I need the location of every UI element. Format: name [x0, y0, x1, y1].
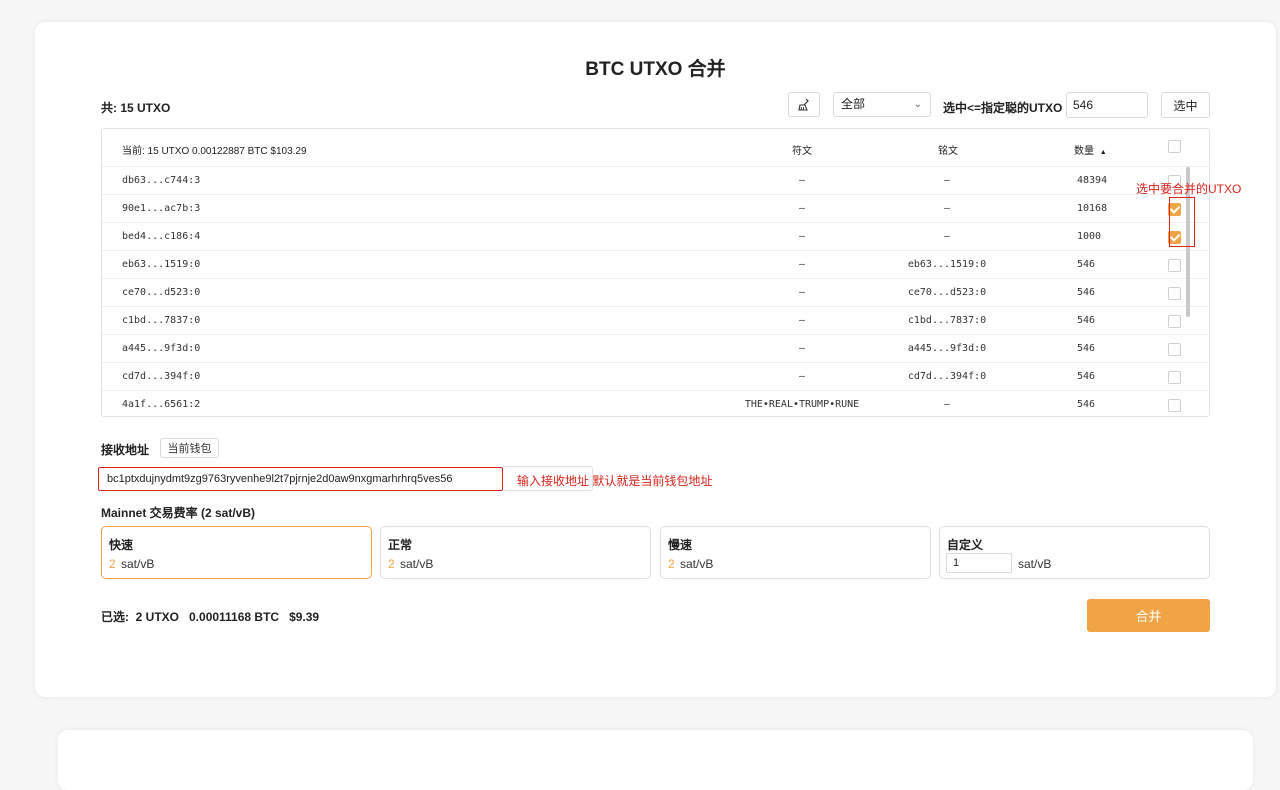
fee-option-name: 正常: [388, 538, 413, 552]
utxo-merge-card: BTC UTXO 合并 共: 15 UTXO 全部 ⌄ 选中<=指定聪的UTXO…: [35, 22, 1276, 697]
row-checkbox[interactable]: [1168, 315, 1181, 328]
utxo-amount: 546: [1077, 287, 1096, 298]
table-header: 当前: 15 UTXO 0.00122887 BTC $103.29 符文 铭文…: [102, 129, 1209, 167]
fee-option-normal[interactable]: 正常 2 sat/vB: [380, 526, 651, 579]
column-header-rune[interactable]: 符文: [792, 142, 812, 157]
table-row[interactable]: cd7d...394f:0— cd7d...394f:0 546: [102, 363, 1209, 391]
utxo-table: 当前: 15 UTXO 0.00122887 BTC $103.29 符文 铭文…: [101, 128, 1210, 417]
table-row[interactable]: ce70...d523:0— ce70...d523:0 546: [102, 279, 1209, 307]
fee-option-unit: sat/vB: [121, 557, 155, 571]
receive-address-input[interactable]: [98, 467, 503, 491]
utxo-total: 共: 15 UTXO: [101, 101, 171, 115]
row-checkbox[interactable]: [1168, 399, 1181, 412]
utxo-amount: 546: [1077, 259, 1096, 270]
select-button[interactable]: 选中: [1161, 92, 1210, 118]
fee-option-value: 2: [388, 557, 395, 571]
column-header-amount[interactable]: 数量 ▲: [1074, 142, 1107, 157]
utxo-amount: 1000: [1077, 231, 1102, 242]
address-hint: 输入接收地址 默认就是当前钱包地址: [517, 474, 713, 488]
utxo-id: a445...9f3d:0: [122, 343, 201, 354]
fee-option-unit: sat/vB: [1018, 557, 1052, 571]
utxo-amount: 546: [1077, 399, 1096, 410]
fee-rate-title: Mainnet 交易费率 (2 sat/vB): [101, 506, 256, 520]
fee-option-name: 快速: [109, 538, 134, 552]
fee-option-value: 2: [668, 557, 675, 571]
utxo-id: c1bd...7837:0: [122, 315, 201, 326]
table-row[interactable]: 4a1f...6561:2 THE•REAL•TRUMP•RUNE —546: [102, 391, 1209, 416]
filter-select[interactable]: 全部 ⌄: [833, 92, 931, 117]
broom-icon: [798, 98, 809, 111]
utxo-id: 4a1f...6561:2: [122, 399, 201, 410]
annotation-select-text: 选中要合并的UTXO: [1136, 182, 1242, 196]
fee-option-fast[interactable]: 快速 2 sat/vB: [101, 526, 372, 579]
custom-fee-input[interactable]: [946, 553, 1012, 573]
table-row[interactable]: a445...9f3d:0— a445...9f3d:0 546: [102, 335, 1209, 363]
row-checkbox[interactable]: [1168, 343, 1181, 356]
utxo-amount: 546: [1077, 343, 1096, 354]
utxo-id: bed4...c186:4: [122, 231, 201, 242]
clear-selection-button[interactable]: [788, 92, 820, 117]
sort-up-icon: ▲: [1099, 149, 1107, 156]
table-row[interactable]: db63...c744:3— —48394: [102, 167, 1209, 195]
merge-button[interactable]: 合并: [1087, 599, 1210, 632]
table-row[interactable]: c1bd...7837:0— c1bd...7837:0 546: [102, 307, 1209, 335]
filter-select-value: 全部: [841, 97, 866, 111]
row-checkbox[interactable]: [1168, 259, 1181, 272]
chevron-down-icon: ⌄: [913, 99, 922, 110]
selected-summary: 已选: 2 UTXO 0.00011168 BTC $9.39: [101, 610, 320, 624]
utxo-id: cd7d...394f:0: [122, 371, 201, 382]
utxo-amount: 48394: [1077, 175, 1108, 186]
table-row[interactable]: bed4...c186:4— —1000: [102, 223, 1209, 251]
table-row[interactable]: 90e1...ac7b:3— —10168: [102, 195, 1209, 223]
annotation-box: [1169, 197, 1195, 247]
fee-option-slow[interactable]: 慢速 2 sat/vB: [660, 526, 931, 579]
row-checkbox[interactable]: [1168, 371, 1181, 384]
fee-option-custom[interactable]: 自定义 sat/vB: [939, 526, 1210, 579]
column-header-amount-label: 数量: [1074, 146, 1094, 157]
utxo-amount: 546: [1077, 371, 1096, 382]
fee-option-name: 自定义: [947, 538, 984, 552]
current-wallet-button[interactable]: 当前钱包: [160, 438, 219, 458]
table-summary: 当前: 15 UTXO 0.00122887 BTC $103.29: [122, 146, 307, 157]
select-threshold-label: 选中<=指定聪的UTXO: [943, 101, 1063, 115]
page-title: BTC UTXO 合并: [585, 59, 726, 80]
fee-option-unit: sat/vB: [680, 557, 714, 571]
threshold-input[interactable]: [1066, 92, 1148, 118]
table-row[interactable]: eb63...1519:0— eb63...1519:0 546: [102, 251, 1209, 279]
receive-address-label: 接收地址: [101, 443, 150, 457]
fee-option-unit: sat/vB: [400, 557, 434, 571]
utxo-id: db63...c744:3: [122, 175, 201, 186]
row-checkbox[interactable]: [1168, 287, 1181, 300]
table-rows: db63...c744:3— —48394 90e1...ac7b:3— —10168…: [102, 167, 1209, 416]
utxo-amount: 10168: [1077, 203, 1108, 214]
fee-option-value: 2: [109, 557, 116, 571]
utxo-amount: 546: [1077, 315, 1096, 326]
fee-option-name: 慢速: [668, 538, 693, 552]
utxo-id: 90e1...ac7b:3: [122, 203, 201, 214]
utxo-id: eb63...1519:0: [122, 259, 201, 270]
secondary-card: [58, 730, 1253, 790]
utxo-id: ce70...d523:0: [122, 287, 201, 298]
select-all-checkbox[interactable]: [1168, 140, 1181, 153]
column-header-inscription[interactable]: 铭文: [938, 142, 958, 157]
